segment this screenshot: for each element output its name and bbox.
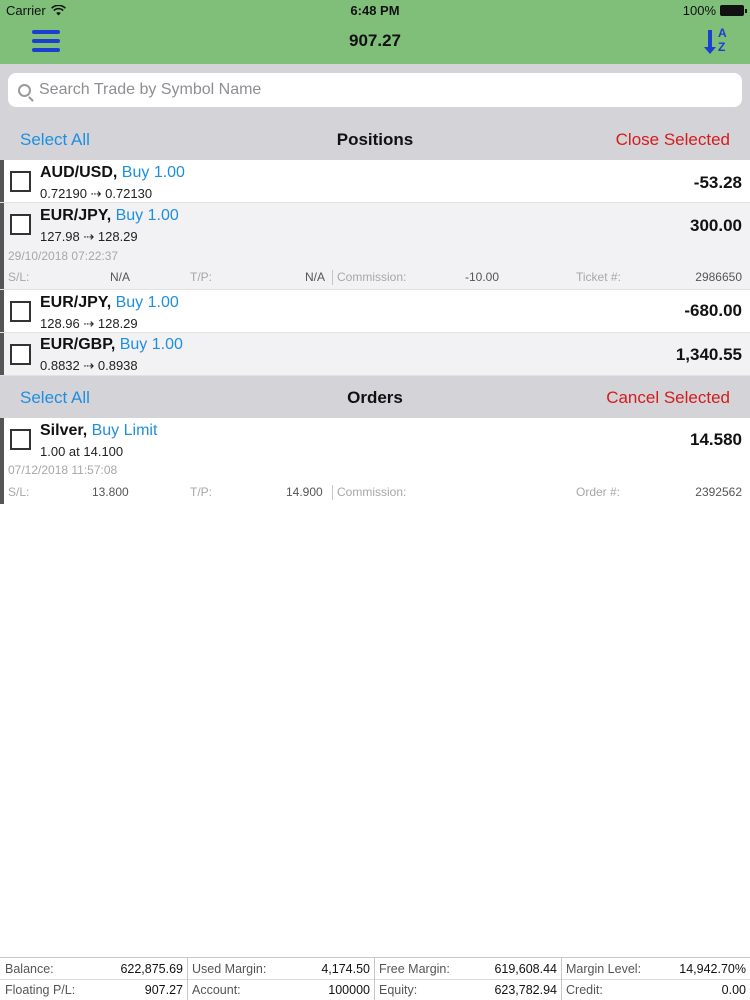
credit-cell: Credit: 0.00 [561,979,750,1000]
account-value: 100000 [328,983,370,997]
margin-level-label: Margin Level: [566,962,642,976]
sl-value: 13.800 [92,485,129,499]
order-symbol-line: Silver, Buy Limit [40,422,157,440]
equity-value: 623,782.94 [494,983,557,997]
position-side: Buy 1.00 [115,207,179,224]
order-timestamp: 07/12/2018 11:57:08 [8,463,118,477]
position-checkbox[interactable] [10,171,31,192]
tp-label: T/P: [190,270,213,284]
position-symbol: EUR/JPY, [40,207,112,224]
order-checkbox[interactable] [10,429,31,450]
used-margin-value: 4,174.50 [321,962,370,976]
position-pl: 1,340.55 [675,345,742,364]
position-details: S/L: N/A T/P: N/A Commission: -10.00 Tic… [0,270,750,286]
position-prices: 128.96 ⇢ 128.29 [40,316,138,331]
free-margin-value: 619,608.44 [494,962,557,976]
order-prices: 1.00 at 14.100 [40,444,124,459]
margin-level-value: 14,942.70% [679,962,746,976]
position-symbol-line: EUR/GBP, Buy 1.00 [40,336,183,354]
battery-percent: 100% [682,3,716,18]
margin-level-cell: Margin Level: 14,942.70% [561,958,750,979]
floating-pl-cell: Floating P/L: 907.27 [0,979,187,1000]
commission-value: -10.00 [465,270,500,284]
position-side: Buy 1.00 [119,336,183,353]
orders-select-all-button[interactable]: Select All [20,388,90,408]
equity-cell: Equity: 623,782.94 [374,979,561,1000]
search-icon [18,83,31,97]
tp-label: T/P: [190,485,213,499]
search-bar [0,64,750,118]
account-summary-footer: Balance: 622,875.69 Used Margin: 4,174.5… [0,957,750,1000]
sl-label: S/L: [8,485,30,499]
order-side: Buy Limit [91,422,158,439]
position-symbol: AUD/USD, [40,164,118,181]
position-row[interactable]: EUR/JPY, Buy 1.00 128.96 ⇢ 128.29 -680.0… [0,290,750,333]
sort-az-icon[interactable]: AZ [704,26,732,56]
account-label: Account: [192,983,241,997]
position-symbol-line: AUD/USD, Buy 1.00 [40,164,185,182]
tp-value: N/A [305,270,326,284]
position-prices: 0.72190 ⇢ 0.72130 [40,186,153,201]
commission-label: Commission: [337,270,407,284]
position-checkbox[interactable] [10,214,31,235]
order-price: 14.580 [690,430,742,449]
position-symbol-line: EUR/JPY, Buy 1.00 [40,294,179,312]
position-row[interactable]: EUR/GBP, Buy 1.00 0.8832 ⇢ 0.8938 1,340.… [0,333,750,376]
position-checkbox[interactable] [10,344,31,365]
app-root: Carrier 6:48 PM 100% 907.27 AZ Search Tr… [0,0,750,1000]
positions-select-all-button[interactable]: Select All [20,130,90,150]
order-symbol: Silver, [40,422,88,439]
close-selected-button[interactable]: Close Selected [616,130,730,150]
position-prices: 0.8832 ⇢ 0.8938 [40,358,138,373]
ticket-value: 2986650 [695,270,742,284]
position-row-expanded[interactable]: EUR/JPY, Buy 1.00 127.98 ⇢ 128.29 300.00… [0,203,750,290]
position-side: Buy 1.00 [121,164,185,181]
orders-header: Select All Orders Cancel Selected [0,376,750,418]
position-side: Buy 1.00 [115,294,179,311]
position-pl: -53.28 [693,173,742,192]
commission-label: Commission: [337,485,407,499]
balance-value: 622,875.69 [120,962,183,976]
used-margin-cell: Used Margin: 4,174.50 [187,958,374,979]
floating-pl-label: Floating P/L: [5,983,76,997]
position-symbol: EUR/GBP, [40,336,116,353]
position-prices: 127.98 ⇢ 128.29 [40,229,138,244]
balance-cell: Balance: 622,875.69 [0,958,187,979]
positions-header: Select All Positions Close Selected [0,118,750,160]
position-pl: 300.00 [690,216,742,235]
equity-label: Equity: [379,983,418,997]
order-number-label: Order #: [576,485,621,499]
status-time: 6:48 PM [350,3,400,18]
position-checkbox[interactable] [10,301,31,322]
credit-value: 0.00 [721,983,746,997]
order-number-value: 2392562 [695,485,742,499]
position-pl: -680.00 [684,301,742,320]
cancel-selected-button[interactable]: Cancel Selected [606,388,730,408]
tp-value: 14.900 [286,485,323,499]
balance-label: Balance: [5,962,54,976]
search-field-container[interactable] [8,73,742,107]
top-bar: Carrier 6:48 PM 100% 907.27 AZ [0,0,750,64]
account-cell: Account: 100000 [187,979,374,1000]
free-margin-cell: Free Margin: 619,608.44 [374,958,561,979]
floating-pl-value: 907.27 [144,983,183,997]
battery-icon [720,5,747,16]
sl-label: S/L: [8,270,30,284]
sl-value: N/A [110,270,131,284]
status-bar: Carrier 6:48 PM 100% [0,0,750,22]
position-row[interactable]: AUD/USD, Buy 1.00 0.72190 ⇢ 0.72130 -53.… [0,160,750,203]
position-symbol-line: EUR/JPY, Buy 1.00 [40,207,179,225]
page-title: 907.27 [349,31,401,50]
order-details: S/L: 13.800 T/P: 14.900 Commission: Orde… [0,485,750,501]
position-timestamp: 29/10/2018 07:22:37 [8,249,119,263]
used-margin-label: Used Margin: [192,962,267,976]
free-margin-label: Free Margin: [379,962,450,976]
battery-indicator: 100% [682,3,747,18]
order-row[interactable]: Silver, Buy Limit 1.00 at 14.100 14.580 … [0,418,750,504]
credit-label: Credit: [566,983,603,997]
position-symbol: EUR/JPY, [40,294,112,311]
ticket-label: Ticket #: [576,270,621,284]
search-input[interactable] [39,81,689,99]
